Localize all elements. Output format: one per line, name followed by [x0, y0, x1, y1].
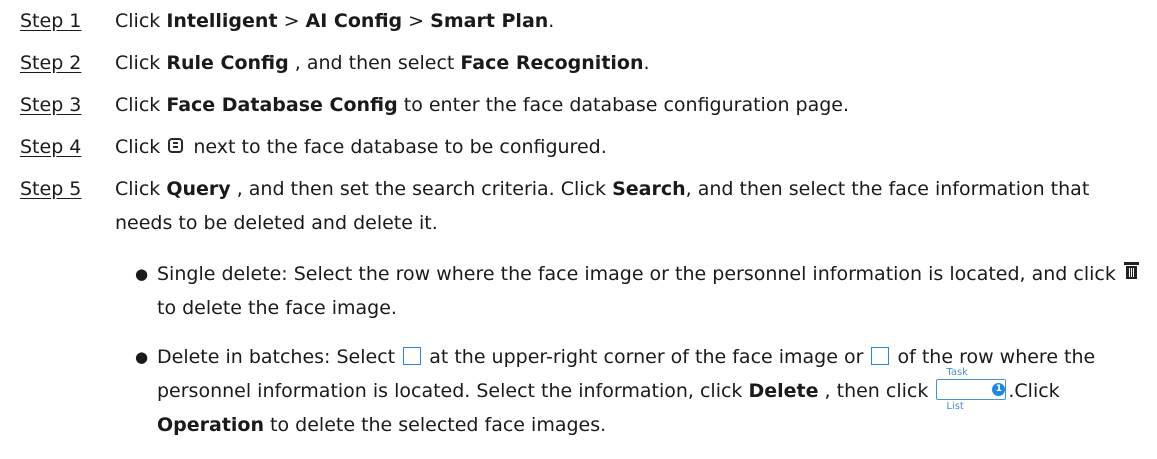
bullet-batch-delete: ● Delete in batches: Select at the upper… [135, 340, 1142, 442]
delete-label: Delete [748, 380, 819, 402]
task-count-badge: 1 [992, 383, 1006, 396]
step-label: Step 2 [20, 52, 82, 74]
step-label: Step 1 [20, 10, 82, 32]
step-text: Click Rule Config , and then select Face… [115, 52, 650, 74]
bullet-dot: ● [135, 348, 149, 366]
bullet-dot: ● [135, 265, 149, 283]
operation-label: Operation [157, 414, 265, 436]
face-database-config-label: Face Database Config [166, 94, 398, 116]
step-label: Step 5 [20, 178, 82, 200]
document-page: Step 1 Click Intelligent > AI Config > S… [0, 0, 1157, 459]
step-3: Step 3 Click Face Database Config to ent… [20, 88, 1135, 122]
step-label: Step 4 [20, 136, 82, 158]
menu-intelligent: Intelligent [166, 10, 278, 32]
checkbox-icon [871, 346, 890, 365]
step-1: Step 1 Click Intelligent > AI Config > S… [20, 4, 1135, 38]
menu-smart-plan: Smart Plan [430, 10, 549, 32]
checkbox-icon [403, 346, 422, 365]
trash-icon [1123, 261, 1139, 280]
step-text: Click next to the face database to be co… [115, 136, 607, 158]
bullet-text: Single delete: Select the row where the … [157, 257, 1142, 325]
rule-config-label: Rule Config [166, 52, 289, 74]
menu-ai-config: AI Config [305, 10, 403, 32]
bullet-text: Delete in batches: Select at the upper-r… [157, 346, 1096, 436]
bullet-single-delete: ● Single delete: Select the row where th… [135, 257, 1142, 325]
list-icon [168, 138, 184, 153]
step-text: Click Intelligent > AI Config > Smart Pl… [115, 10, 555, 32]
step-text: Click Face Database Config to enter the … [115, 94, 850, 116]
query-label: Query [166, 178, 231, 200]
step-2: Step 2 Click Rule Config , and then sele… [20, 46, 1135, 80]
face-recognition-label: Face Recognition [460, 52, 644, 74]
step-label: Step 3 [20, 94, 82, 116]
task-list-button: Task List 1 [936, 367, 1007, 412]
search-label: Search [612, 178, 686, 200]
step-5: Step 5 Click Query , and then set the se… [20, 172, 1135, 240]
step-text: Click Query , and then set the search cr… [115, 178, 1090, 234]
step-4: Step 4 Click next to the face database t… [20, 130, 1135, 164]
